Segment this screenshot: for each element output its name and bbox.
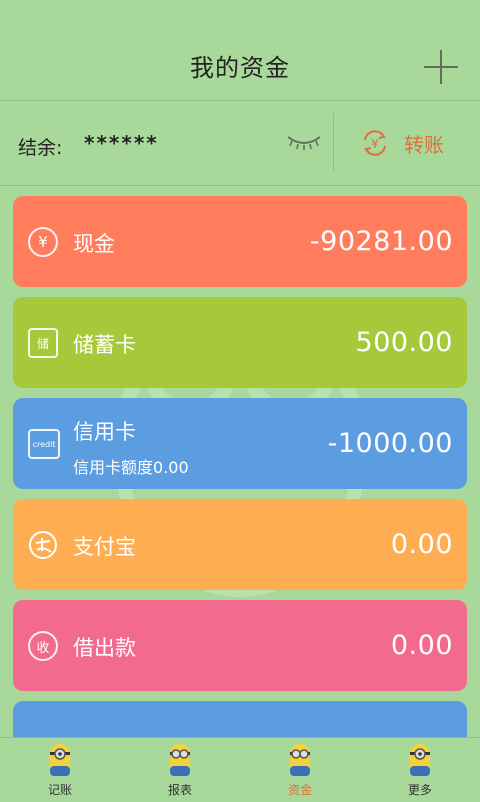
minion-icon	[170, 744, 190, 776]
account-name: 储蓄卡	[73, 333, 136, 357]
account-name: 信用卡	[73, 420, 136, 444]
savings-card-icon: 储	[28, 328, 58, 358]
account-amount: -90281.00	[309, 226, 453, 257]
bottom-tab-bar: 记账 报表 资金 更多	[0, 737, 480, 801]
transfer-label: 转账	[404, 132, 444, 157]
tab-more[interactable]: 更多	[360, 738, 480, 801]
account-card-credit[interactable]: credit 信用卡 信用卡额度0.00 -1000.00	[13, 398, 467, 489]
yuan-icon: ¥	[28, 227, 58, 257]
minion-icon	[50, 744, 70, 776]
balance-value: ******	[84, 131, 159, 155]
account-card-loan-out[interactable]: 收 借出款 0.00	[13, 600, 467, 691]
account-amount: -1000.00	[327, 428, 453, 459]
header-bar: 我的资金	[0, 0, 480, 101]
account-card-alipay[interactable]: 支付宝 0.00	[13, 499, 467, 590]
tab-label: 资金	[287, 783, 312, 797]
credit-limit-text: 信用卡额度0.00	[73, 458, 189, 477]
minion-icon	[290, 744, 310, 776]
add-account-button[interactable]	[424, 50, 458, 84]
transfer-icon: ¥	[364, 130, 386, 156]
account-amount: 0.00	[390, 529, 453, 560]
account-card-savings[interactable]: 储 储蓄卡 500.00	[13, 297, 467, 388]
account-name: 现金	[73, 232, 115, 256]
transfer-button[interactable]: ¥ 转账	[360, 127, 444, 159]
svg-text:¥: ¥	[371, 137, 379, 151]
alipay-icon	[29, 531, 57, 559]
account-amount: 500.00	[355, 327, 453, 358]
tab-report[interactable]: 报表	[120, 738, 240, 801]
loan-out-icon: 收	[28, 631, 58, 661]
tab-record[interactable]: 记账	[0, 738, 120, 801]
account-name: 借出款	[73, 636, 136, 660]
page-title: 我的资金	[190, 54, 290, 82]
tab-label: 记账	[47, 783, 72, 797]
tab-label: 报表	[167, 783, 192, 797]
account-name: 支付宝	[73, 535, 136, 559]
divider	[333, 113, 334, 171]
account-list: ¥ 现金 -90281.00 储 储蓄卡 500.00 credit 信用卡 信…	[13, 196, 467, 802]
account-card-cash[interactable]: ¥ 现金 -90281.00	[13, 196, 467, 287]
credit-card-icon: credit	[28, 429, 60, 459]
tab-funds[interactable]: 资金	[240, 738, 360, 801]
account-amount: 0.00	[390, 630, 453, 661]
balance-label: 结余:	[18, 137, 63, 159]
minion-icon	[410, 744, 430, 776]
balance-bar: 结余: ****** ¥ 转账	[0, 101, 480, 186]
eye-closed-icon[interactable]	[286, 133, 322, 151]
tab-label: 更多	[407, 783, 432, 797]
